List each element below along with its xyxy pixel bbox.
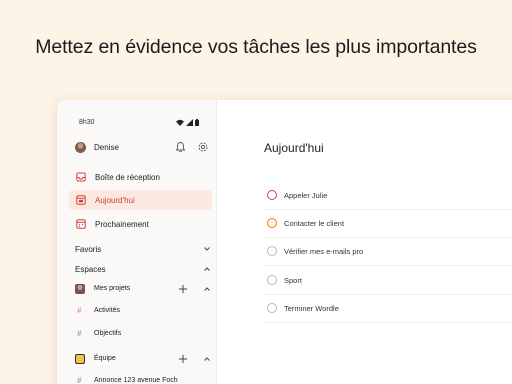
- task-row[interactable]: Terminer Wordle: [264, 295, 512, 323]
- project-label: Équipe: [94, 355, 116, 362]
- section-label: Espaces: [75, 265, 106, 274]
- hash-icon: #: [77, 376, 82, 384]
- app-window: 8h30 Denise Boîte de réception Aujourd'h…: [57, 100, 512, 384]
- project-item[interactable]: # Objectifs: [75, 328, 211, 342]
- task-label[interactable]: Contacter le client: [284, 219, 344, 228]
- task-checkbox[interactable]: [267, 190, 277, 200]
- main-panel: Aujourd'hui Appeler Julie Contacter le c…: [217, 100, 512, 384]
- project-item-label: Objectifs: [94, 330, 122, 337]
- task-label[interactable]: Terminer Wordle: [284, 304, 339, 313]
- hash-icon: #: [77, 329, 82, 338]
- avatar[interactable]: [75, 142, 86, 153]
- sidebar-item-inbox[interactable]: Boîte de réception: [69, 167, 212, 187]
- user-name[interactable]: Denise: [94, 143, 119, 152]
- chevron-down-icon[interactable]: [203, 246, 211, 252]
- bell-icon[interactable]: [175, 141, 186, 153]
- marketing-headline: Mettez en évidence vos tâches les plus i…: [35, 36, 477, 58]
- task-row[interactable]: Vérifier mes e-mails pro: [264, 238, 512, 266]
- gear-icon[interactable]: [197, 141, 209, 153]
- sidebar-item-label: Aujourd'hui: [95, 196, 135, 205]
- status-time: 8h30: [79, 119, 95, 126]
- team-avatar: [75, 354, 85, 364]
- status-icons: [176, 119, 199, 126]
- section-spaces[interactable]: Espaces: [75, 263, 211, 277]
- page-title: Aujourd'hui: [264, 141, 324, 155]
- today-calendar-icon: [76, 195, 86, 205]
- wifi-icon: [176, 119, 184, 126]
- project-personal[interactable]: Mes projets: [75, 283, 211, 297]
- project-item-label: Annonce 123 avenue Foch: [94, 377, 178, 384]
- task-checkbox[interactable]: [267, 218, 277, 228]
- project-team[interactable]: Équipe: [75, 353, 211, 367]
- hash-icon: #: [77, 306, 82, 315]
- sidebar-item-today[interactable]: Aujourd'hui: [69, 190, 212, 210]
- project-label: Mes projets: [94, 285, 131, 292]
- task-checkbox[interactable]: [267, 246, 277, 256]
- task-label[interactable]: Sport: [284, 276, 302, 285]
- plus-icon[interactable]: [178, 284, 188, 294]
- user-row[interactable]: Denise: [75, 140, 211, 156]
- plus-icon[interactable]: [178, 354, 188, 364]
- workspace-avatar: [75, 284, 85, 294]
- task-row[interactable]: Appeler Julie: [264, 182, 512, 210]
- task-row[interactable]: Contacter le client: [264, 210, 512, 238]
- sidebar: 8h30 Denise Boîte de réception Aujourd'h…: [57, 100, 217, 384]
- chevron-up-icon[interactable]: [203, 286, 211, 292]
- project-item[interactable]: # Activités: [75, 305, 211, 319]
- project-item[interactable]: # Annonce 123 avenue Foch: [75, 375, 211, 384]
- task-row[interactable]: Sport: [264, 267, 512, 295]
- chevron-up-icon[interactable]: [203, 356, 211, 362]
- sidebar-item-label: Prochainement: [95, 220, 149, 229]
- status-bar: 8h30: [79, 119, 199, 129]
- task-label[interactable]: Vérifier mes e-mails pro: [284, 247, 363, 256]
- section-favorites[interactable]: Favoris: [75, 243, 211, 257]
- signal-icon: [186, 119, 193, 126]
- inbox-icon: [76, 172, 86, 182]
- task-label[interactable]: Appeler Julie: [284, 191, 327, 200]
- sidebar-item-upcoming[interactable]: Prochainement: [69, 214, 212, 234]
- battery-icon: [195, 119, 199, 126]
- upcoming-calendar-icon: [76, 219, 86, 229]
- section-label: Favoris: [75, 245, 102, 254]
- sidebar-item-label: Boîte de réception: [95, 173, 160, 182]
- project-item-label: Activités: [94, 307, 121, 314]
- task-checkbox[interactable]: [267, 275, 277, 285]
- chevron-up-icon[interactable]: [203, 266, 211, 272]
- task-checkbox[interactable]: [267, 303, 277, 313]
